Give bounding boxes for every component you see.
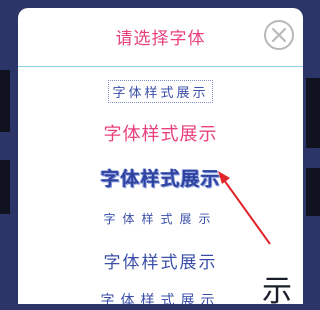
background-shape xyxy=(306,78,320,148)
font-picker-dialog: 请选择字体 字体样式展示 字体样式展示 字体样式展示 字体样式展示 字体样式展示… xyxy=(18,8,303,304)
font-option-5[interactable]: 字体样式展示 xyxy=(18,248,303,273)
font-option-3[interactable]: 字体样式展示 xyxy=(18,164,303,191)
background-shape xyxy=(0,160,10,214)
font-option-label: 字体样式展示 xyxy=(103,124,218,145)
background-shape xyxy=(0,70,10,132)
font-option-label: 字体样式展示 xyxy=(103,253,218,273)
background-shape xyxy=(306,168,320,216)
dialog-header: 请选择字体 xyxy=(18,8,303,67)
font-option-label: 字体样式展示 xyxy=(103,212,218,226)
close-button[interactable] xyxy=(264,20,294,50)
font-option-label: 字体样式展示 xyxy=(100,293,221,304)
close-icon xyxy=(272,28,286,42)
font-option-label: 字体样式展示 xyxy=(108,80,213,103)
font-option-2[interactable]: 字体样式展示 xyxy=(18,120,303,146)
dialog-title: 请选择字体 xyxy=(115,29,206,49)
font-option-label: 字体样式展示 xyxy=(100,168,221,190)
font-option-6[interactable]: 字体样式展示 xyxy=(18,290,303,304)
font-option-1[interactable]: 字体样式展示 xyxy=(18,80,303,103)
background-text: 示 xyxy=(262,274,292,309)
font-option-4[interactable]: 字体样式展示 xyxy=(18,210,303,227)
